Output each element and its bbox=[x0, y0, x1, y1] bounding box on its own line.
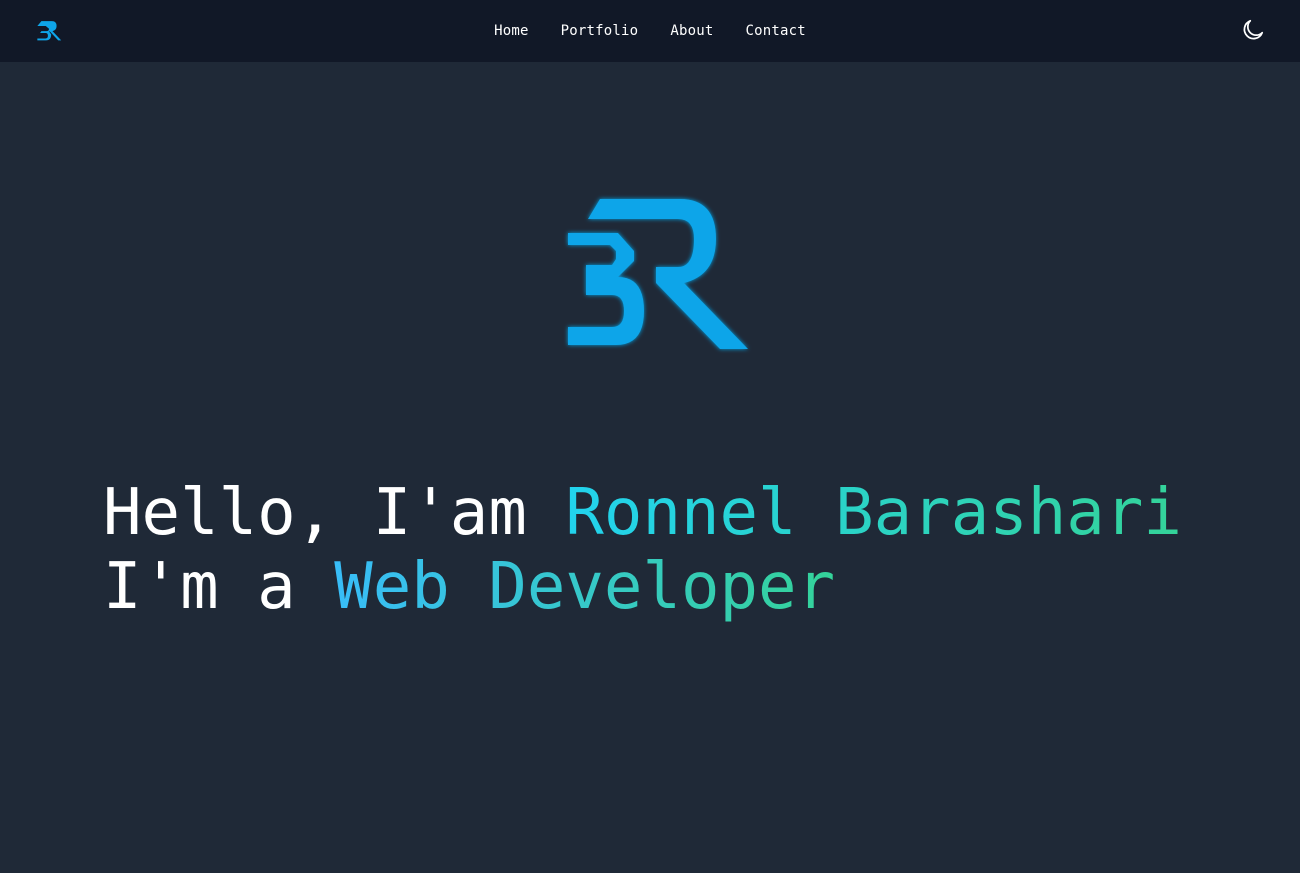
hero-role: Web Developer bbox=[334, 550, 836, 624]
br-logo-icon[interactable] bbox=[36, 19, 62, 43]
br-logo-icon bbox=[568, 199, 748, 349]
role-prefix: I'm a bbox=[103, 550, 335, 624]
nav-link-contact[interactable]: Contact bbox=[745, 23, 805, 39]
nav-links: Home Portfolio About Contact bbox=[0, 0, 1300, 62]
moon-icon[interactable] bbox=[1240, 17, 1266, 43]
hero-heading: Hello, I'am Ronnel Barashari I'm a Web D… bbox=[103, 476, 1283, 624]
greeting-text: Hello, I'am bbox=[103, 476, 566, 550]
navbar: Home Portfolio About Contact bbox=[0, 0, 1300, 62]
greeting-line: Hello, I'am Ronnel Barashari bbox=[103, 476, 1283, 550]
role-line: I'm a Web Developer bbox=[103, 550, 1283, 624]
hero-name: Ronnel Barashari bbox=[565, 476, 1182, 550]
nav-link-home[interactable]: Home bbox=[494, 23, 529, 39]
nav-link-portfolio[interactable]: Portfolio bbox=[561, 23, 639, 39]
nav-link-about[interactable]: About bbox=[670, 23, 713, 39]
